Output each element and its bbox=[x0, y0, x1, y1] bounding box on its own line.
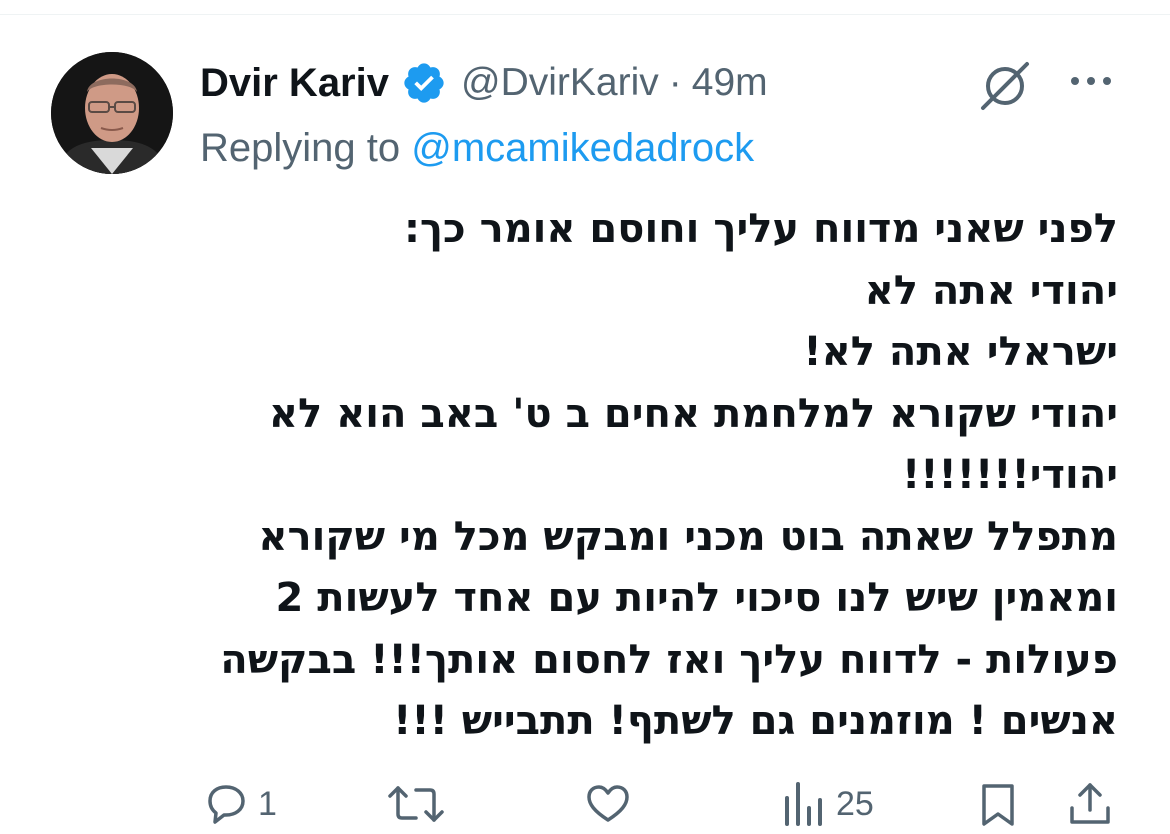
tweet-text: לפני שאני מדווח עליך וחוסם אומר כך: יהוד… bbox=[200, 199, 1118, 753]
share-icon bbox=[1070, 783, 1110, 824]
views-icon bbox=[785, 782, 822, 826]
reply-button[interactable]: 1 bbox=[202, 782, 277, 826]
timestamp[interactable]: 49m bbox=[692, 61, 768, 105]
tweet-text-line: ומאמין שיש לנו סיכוי להיות עם אחד לעשות … bbox=[275, 575, 1118, 621]
tweet-text-line: יהודי שקורא למלחמת אחים ב ט' באב הוא לא bbox=[268, 390, 1118, 437]
reply-icon bbox=[208, 785, 245, 824]
grok-icon[interactable] bbox=[977, 58, 1033, 114]
views-button[interactable]: 25 bbox=[780, 782, 874, 826]
bookmark-button[interactable] bbox=[974, 782, 1022, 826]
replying-to-label: Replying to bbox=[200, 126, 401, 170]
bookmark-icon bbox=[982, 784, 1014, 826]
top-divider bbox=[0, 14, 1170, 15]
action-bar: 1 25 bbox=[0, 770, 1170, 834]
author-handle[interactable]: @DvirKariv bbox=[461, 61, 659, 105]
author-name[interactable]: Dvir Kariv bbox=[200, 61, 389, 106]
tweet-text-line: מתפלל שאתה בוט מכני ומבקש מכל מי שקורא bbox=[258, 513, 1118, 560]
verified-badge-icon bbox=[404, 63, 444, 103]
tweet-text-line: פעולות - לדווח עליך ואז לחסום אותך!!! בב… bbox=[220, 636, 1118, 683]
separator-dot: · bbox=[668, 61, 682, 104]
avatar[interactable] bbox=[51, 52, 173, 174]
tweet-text-line: אנשים ! מוזמנים גם לשתף! תתבייש !!! bbox=[393, 698, 1118, 744]
tweet-text-line: לפני שאני מדווח עליך וחוסם אומר כך: bbox=[403, 206, 1118, 252]
share-button[interactable] bbox=[1066, 782, 1114, 826]
reply-count: 1 bbox=[258, 784, 277, 823]
tweet-text-line: יהודי!!!!!!! bbox=[902, 452, 1118, 498]
tweet-text-line: ישראלי אתה לא! bbox=[803, 329, 1118, 375]
replying-to: Replying to @mcamikedadrock bbox=[200, 126, 754, 171]
reply-mention-link[interactable]: @mcamikedadrock bbox=[411, 126, 754, 170]
views-count: 25 bbox=[836, 784, 874, 823]
tweet-header: Dvir Kariv @DvirKariv · 49m bbox=[200, 56, 768, 110]
retweet-icon bbox=[388, 786, 444, 822]
retweet-button[interactable] bbox=[386, 782, 446, 826]
heart-icon bbox=[587, 785, 629, 822]
like-button[interactable] bbox=[584, 782, 632, 826]
more-icon[interactable] bbox=[1066, 66, 1116, 96]
tweet-text-line: יהודי אתה לא bbox=[864, 267, 1118, 314]
avatar-photo bbox=[51, 52, 173, 174]
